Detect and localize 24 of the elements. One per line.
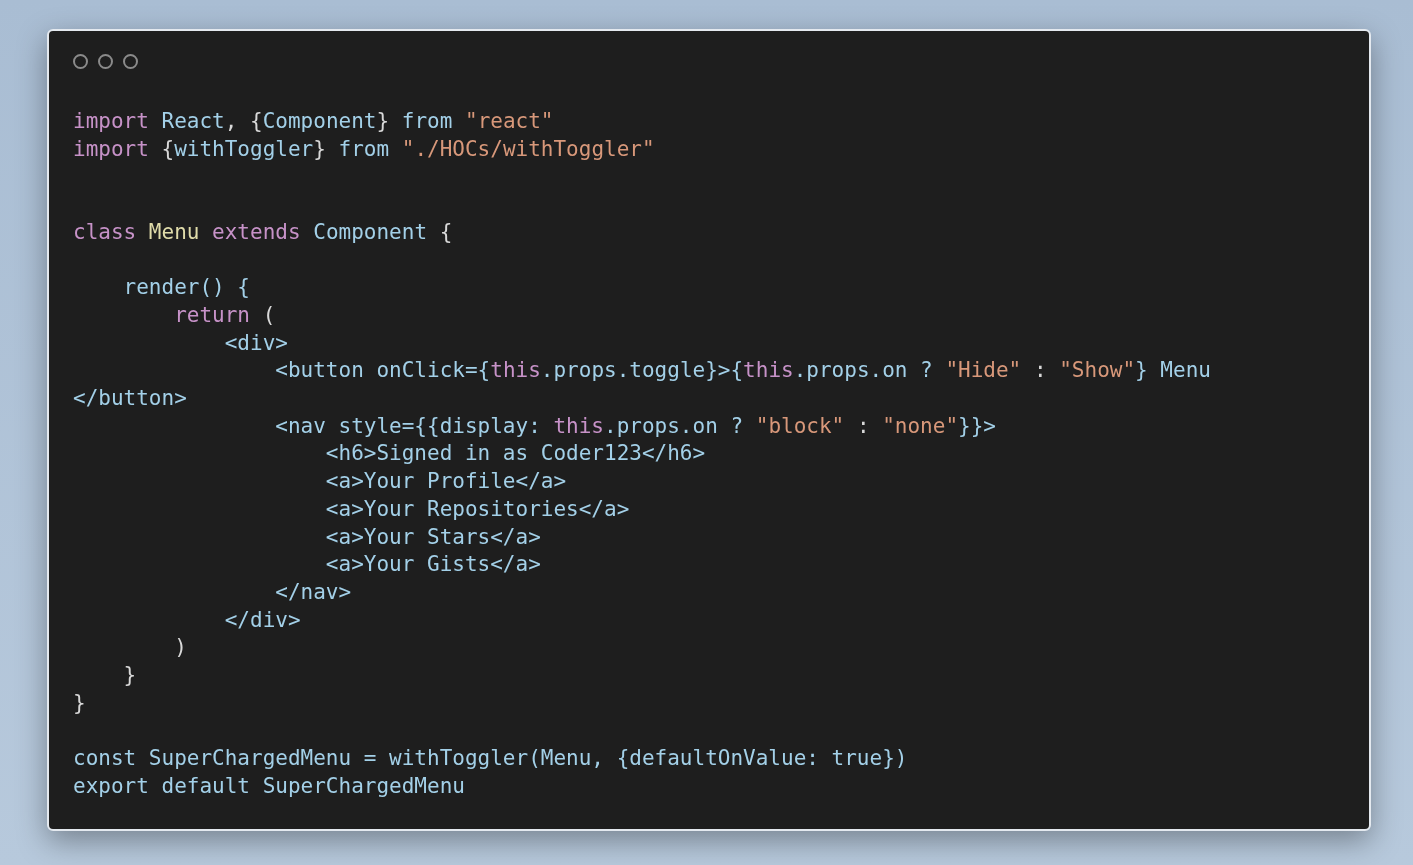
code-line: <a>Your Gists</a> (324, 551, 541, 579)
code-line: </div> (223, 606, 301, 634)
code-line: </button> (73, 385, 187, 412)
code-line: } (73, 689, 86, 717)
code-line: <a>Your Repositories</a> (324, 495, 630, 523)
code-line: const SuperChargedMenu = withToggler(Menu, {defaultOnValue: true}) (73, 745, 908, 773)
code-line: import React, {Component} from "react" (73, 108, 554, 135)
code-line: render() { (122, 274, 250, 302)
window-control-icon[interactable] (73, 53, 88, 69)
code-line: class Menu extends Component { (73, 218, 453, 246)
code-line: ) (173, 634, 187, 662)
window-control-icon[interactable] (123, 53, 138, 69)
code-line: import {withToggler} from "./HOCs/withToggler" (73, 135, 655, 163)
code-line: <div> (223, 329, 288, 357)
code-line: } (122, 662, 137, 689)
code-line: </nav> (274, 578, 352, 606)
window-control-icon[interactable] (98, 53, 113, 69)
code-line: return ( (173, 301, 276, 329)
code-line: <a>Your Stars</a> (324, 523, 541, 551)
code-line: <a>Your Profile</a> (324, 468, 567, 496)
code-line: <button onClick={this.props.toggle}>{this.props.on ? "Hide" : "Show"} Menu (274, 357, 1211, 385)
code-line: <h6>Signed in as Coder123</h6> (324, 440, 706, 468)
code-line: <nav style={{display: this.props.on ? "block" : "none"}}> (274, 412, 996, 440)
code-line: export default SuperChargedMenu (73, 772, 465, 800)
